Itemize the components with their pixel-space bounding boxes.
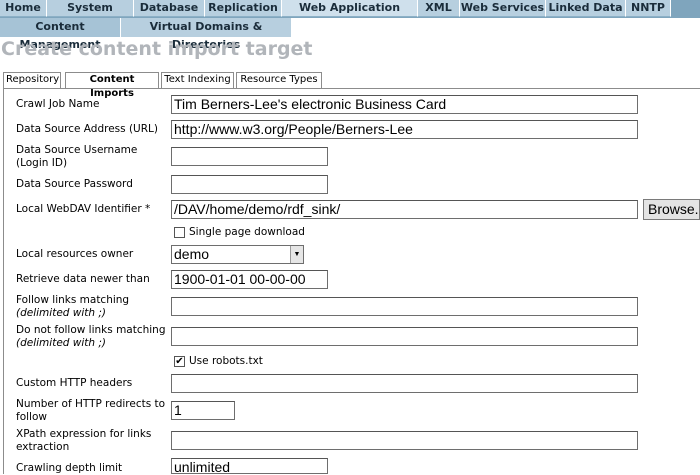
nav-tab-database[interactable]: Database xyxy=(134,0,205,17)
chevron-down-icon[interactable]: ▼ xyxy=(290,246,303,263)
redirects-label: Number of HTTP redirects to follow xyxy=(16,398,166,423)
tab-text-indexing[interactable]: Text Indexing xyxy=(161,72,234,88)
nav-tab-web-application-server[interactable]: Web Application Server xyxy=(282,0,418,30)
no-follow-links-input[interactable] xyxy=(171,327,638,346)
nav-tab-replication[interactable]: Replication xyxy=(205,0,282,17)
sub-navigation: Content Management Virtual Domains & Dir… xyxy=(0,18,700,51)
source-username-input[interactable] xyxy=(171,147,328,166)
nav-tab-system-admin[interactable]: System Admin xyxy=(47,0,134,30)
subtab-content-management[interactable]: Content Management xyxy=(0,18,121,51)
crawl-job-name-label: Crawl Job Name xyxy=(16,98,100,110)
source-password-input[interactable] xyxy=(171,175,328,194)
source-url-label: Data Source Address (URL) xyxy=(16,123,158,135)
page-title: Create content import target xyxy=(1,38,313,60)
owner-label: Local resources owner xyxy=(16,248,134,260)
depth-input[interactable]: unlimited xyxy=(171,458,328,474)
nav-tab-web-services[interactable]: Web Services xyxy=(460,0,546,17)
owner-select-value: demo xyxy=(174,246,210,262)
follow-links-hint: (delimited with ;) xyxy=(16,307,107,319)
webdav-id-input[interactable]: /DAV/home/demo/rdf_sink/ xyxy=(171,200,638,219)
webdav-id-label: Local WebDAV Identifier * xyxy=(16,203,151,215)
redirects-input[interactable]: 1 xyxy=(171,401,235,420)
nav-tab-home[interactable]: Home xyxy=(0,0,47,17)
depth-label: Crawling depth limit xyxy=(16,462,123,474)
robots-checkbox[interactable]: ✔ xyxy=(174,356,185,367)
robots-label: Use robots.txt xyxy=(189,355,263,367)
http-headers-input[interactable] xyxy=(171,374,638,393)
top-navigation: Home System Admin Database Replication W… xyxy=(0,0,700,30)
nav-tab-linked-data[interactable]: Linked Data xyxy=(546,0,626,17)
nav-tab-nntp[interactable]: NNTP xyxy=(626,0,671,17)
nav-tab-xml[interactable]: XML xyxy=(418,0,460,17)
owner-select[interactable]: demo ▼ xyxy=(171,245,304,264)
no-follow-links-hint: (delimited with ;) xyxy=(16,337,107,349)
no-follow-links-label-text: Do not follow links matching xyxy=(16,324,166,336)
tab-repository[interactable]: Repository xyxy=(3,72,61,88)
subtab-virtual-domains[interactable]: Virtual Domains & Directories xyxy=(121,18,292,51)
http-headers-label: Custom HTTP headers xyxy=(16,377,133,389)
follow-links-input[interactable] xyxy=(171,297,638,316)
source-username-label: Data Source Username (Login ID) xyxy=(16,144,138,169)
tab-resource-types[interactable]: Resource Types xyxy=(236,72,322,88)
browse-button[interactable]: Browse... xyxy=(643,199,700,220)
xpath-input[interactable] xyxy=(171,431,638,450)
single-page-label: Single page download xyxy=(189,226,305,238)
follow-links-label: Follow links matching (delimited with ;) xyxy=(16,294,166,320)
newer-than-label: Retrieve data newer than xyxy=(16,273,150,285)
xpath-label: XPath expression for links extraction xyxy=(16,428,152,453)
tab-content-imports[interactable]: Content Imports xyxy=(65,72,159,99)
crawl-job-name-input[interactable]: Tim Berners-Lee's electronic Business Ca… xyxy=(171,95,638,114)
source-url-input[interactable]: http://www.w3.org/People/Berners-Lee xyxy=(171,120,638,139)
newer-than-input[interactable]: 1900-01-01 00-00-00 xyxy=(171,270,328,289)
single-page-checkbox[interactable] xyxy=(174,227,185,238)
follow-links-label-text: Follow links matching xyxy=(16,294,130,306)
no-follow-links-label: Do not follow links matching (delimited … xyxy=(16,324,166,350)
check-icon: ✔ xyxy=(175,356,184,367)
source-password-label: Data Source Password xyxy=(16,178,133,190)
